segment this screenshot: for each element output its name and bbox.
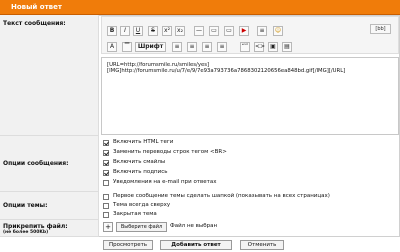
strike-button[interactable]: S [148,26,158,36]
italic-button[interactable]: I [120,26,130,36]
highlight-button[interactable]: ▔ [122,42,132,52]
option-label: Включить HTML теги [113,139,174,145]
attach-file-note: (не более 500Kb) [3,230,49,235]
font-dropdown[interactable]: Шрифт [135,42,166,52]
message-options-label: Опции сообщения: [3,160,69,167]
topic-options-label: Опции темы: [3,202,48,209]
editor-line: [IMG]http://forumsmile.ru/u/7/e/9/7e93a7… [107,68,346,75]
checkbox[interactable] [103,150,109,156]
font-color-button[interactable]: A [107,42,117,52]
code-button[interactable]: <> [254,42,265,52]
align-right-button[interactable]: ≡ [202,42,212,52]
checkbox[interactable] [103,180,109,186]
message-text-label-cell: Текст сообщения: [0,15,99,136]
attach-file-label: Прикрепить файл: [3,223,68,230]
table-button[interactable]: ▤ [282,42,292,52]
submit-reply-button[interactable]: Добавить ответ [160,240,232,250]
preview-button[interactable]: Просмотреть [103,240,153,250]
align-justify-button[interactable]: ≡ [217,42,227,52]
link-button[interactable]: ▭ [224,26,234,36]
option-label: Первое сообщение темы сделать шапкой (по… [113,193,330,199]
spoiler-button[interactable]: ▣ [268,42,278,52]
checkbox[interactable] [103,140,109,146]
checkbox[interactable] [103,160,109,166]
align-center-button[interactable]: ≡ [187,42,197,52]
option-label: Тема всегда сверху [113,202,171,208]
topic-options-label-cell: Опции темы: [0,192,99,220]
align-left-button[interactable]: ≡ [172,42,182,52]
option-label: Включить подпись [113,169,168,175]
checkbox[interactable] [103,212,109,218]
add-file-button[interactable]: + [103,222,113,232]
window-header: Новый ответ [0,0,400,15]
choose-file-button[interactable]: Выберите файл [116,222,167,232]
option-label: Включить смайлы [113,159,166,165]
option-label: Заменить переводы строк тегом <BR> [113,149,227,155]
option-label: Закрытая тема [113,211,157,217]
cancel-button[interactable]: Отменить [240,240,284,250]
bb-toggle-button[interactable]: [bb] [370,24,391,34]
message-options-label-cell: Опции сообщения: [0,136,99,192]
window-title: Новый ответ [11,3,62,11]
message-textarea[interactable]: [URL=http://forumsmile.ru/smiles/yes] [I… [101,57,399,135]
checkbox[interactable] [103,203,109,209]
attach-label-cell: Прикрепить файл: (не более 500Kb) [0,220,99,237]
smile-button[interactable]: ☺ [273,26,283,36]
checkbox[interactable] [103,170,109,176]
image-button[interactable]: ▭ [209,26,219,36]
list-button[interactable]: ≡ [257,26,267,36]
quote-button[interactable]: “” [240,42,250,52]
option-label: Уведомления на e-mail при ответах [113,179,217,185]
message-text-label: Текст сообщения: [3,20,66,27]
underline-button[interactable]: U [133,26,143,36]
youtube-button[interactable]: ▶ [239,26,249,36]
file-status: Файл не выбран [170,223,218,229]
subscript-button[interactable]: x₂ [175,26,185,36]
superscript-button[interactable]: x² [162,26,172,36]
bold-button[interactable]: B [107,26,117,36]
hr-button[interactable]: — [194,26,204,36]
checkbox[interactable] [103,194,109,200]
